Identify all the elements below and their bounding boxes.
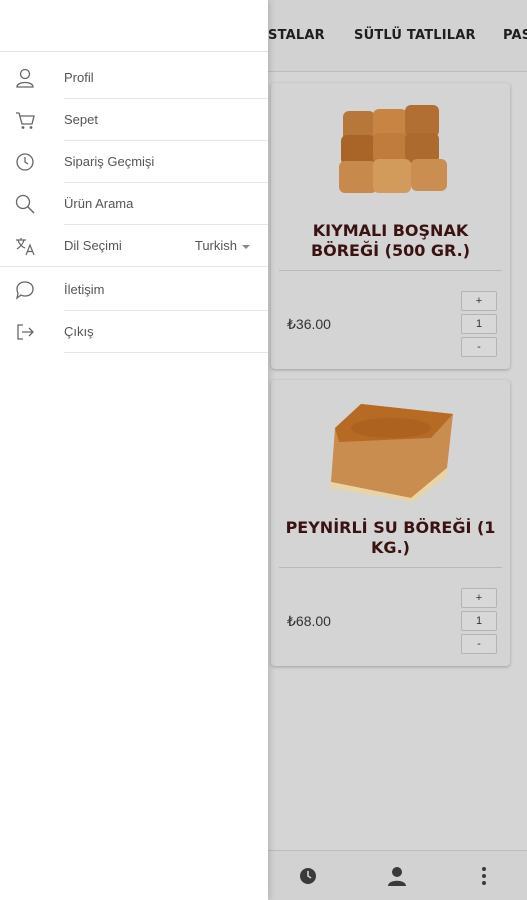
chevron-down-icon — [242, 244, 250, 249]
card-divider — [279, 270, 502, 271]
menu-label: Sipariş Geçmişi — [64, 154, 155, 169]
person-icon[interactable] — [387, 866, 407, 886]
search-icon — [15, 194, 35, 214]
card-divider — [279, 567, 502, 568]
tab-pastalar[interactable]: PAS — [503, 28, 527, 43]
product-card[interactable]: KIYMALI BOŞNAK BÖREĞİ (500 GR.) ₺36.00 +… — [271, 83, 510, 369]
product-name: PEYNİRLİ SU BÖREĞİ (1 KG.) — [285, 518, 496, 557]
menu-item-contact[interactable]: İletişim — [0, 269, 268, 311]
clock-icon — [16, 153, 34, 171]
menu-item-order-history[interactable]: Sipariş Geçmişi — [0, 141, 268, 183]
menu-item-logout[interactable]: Çıkış — [0, 311, 268, 353]
clock-icon[interactable] — [299, 867, 317, 885]
menu-label: Dil Seçimi — [64, 238, 122, 253]
menu-label: Ürün Arama — [64, 196, 134, 211]
more-vertical-icon[interactable] — [480, 866, 488, 886]
language-value: Turkish — [194, 238, 237, 253]
product-price: ₺68.00 — [287, 613, 331, 629]
increase-qty-button[interactable]: + — [461, 588, 497, 608]
decrease-qty-button[interactable]: - — [461, 634, 497, 654]
menu-label: Çıkış — [64, 324, 94, 339]
product-card[interactable]: PEYNİRLİ SU BÖREĞİ (1 KG.) ₺68.00 + 1 - — [271, 380, 510, 666]
menu-item-product-search[interactable]: Ürün Arama — [0, 183, 268, 225]
menu-label: İletişim — [64, 282, 105, 297]
menu-item-language[interactable]: Dil Seçimi Turkish — [0, 225, 268, 267]
qty-value[interactable]: 1 — [461, 314, 497, 334]
drawer-header — [0, 0, 268, 52]
tab-sutlu-tatlilar[interactable]: SÜTLÜ TATLILAR — [354, 28, 476, 43]
tab-makarnalar[interactable]: STALAR — [268, 28, 325, 43]
menu-label: Sepet — [64, 112, 98, 127]
cart-icon — [16, 112, 35, 129]
product-price: ₺36.00 — [287, 316, 331, 332]
translate-icon — [16, 238, 35, 256]
decrease-qty-button[interactable]: - — [461, 337, 497, 357]
language-select[interactable]: Turkish — [195, 238, 250, 253]
increase-qty-button[interactable]: + — [461, 291, 497, 311]
logout-icon — [17, 324, 34, 340]
divider — [0, 266, 268, 267]
product-image — [339, 105, 447, 193]
menu-label: Profil — [64, 70, 94, 85]
chat-icon — [15, 281, 34, 300]
qty-value[interactable]: 1 — [461, 611, 497, 631]
divider — [64, 352, 268, 353]
side-drawer: Profil Sepet Sipariş Geçmişi Ürün Arama — [0, 0, 268, 900]
menu-item-profile[interactable]: Profil — [0, 57, 268, 99]
product-name: KIYMALI BOŞNAK BÖREĞİ (500 GR.) — [310, 221, 471, 260]
menu-item-cart[interactable]: Sepet — [0, 99, 268, 141]
product-image — [329, 404, 453, 502]
person-icon — [16, 68, 34, 88]
